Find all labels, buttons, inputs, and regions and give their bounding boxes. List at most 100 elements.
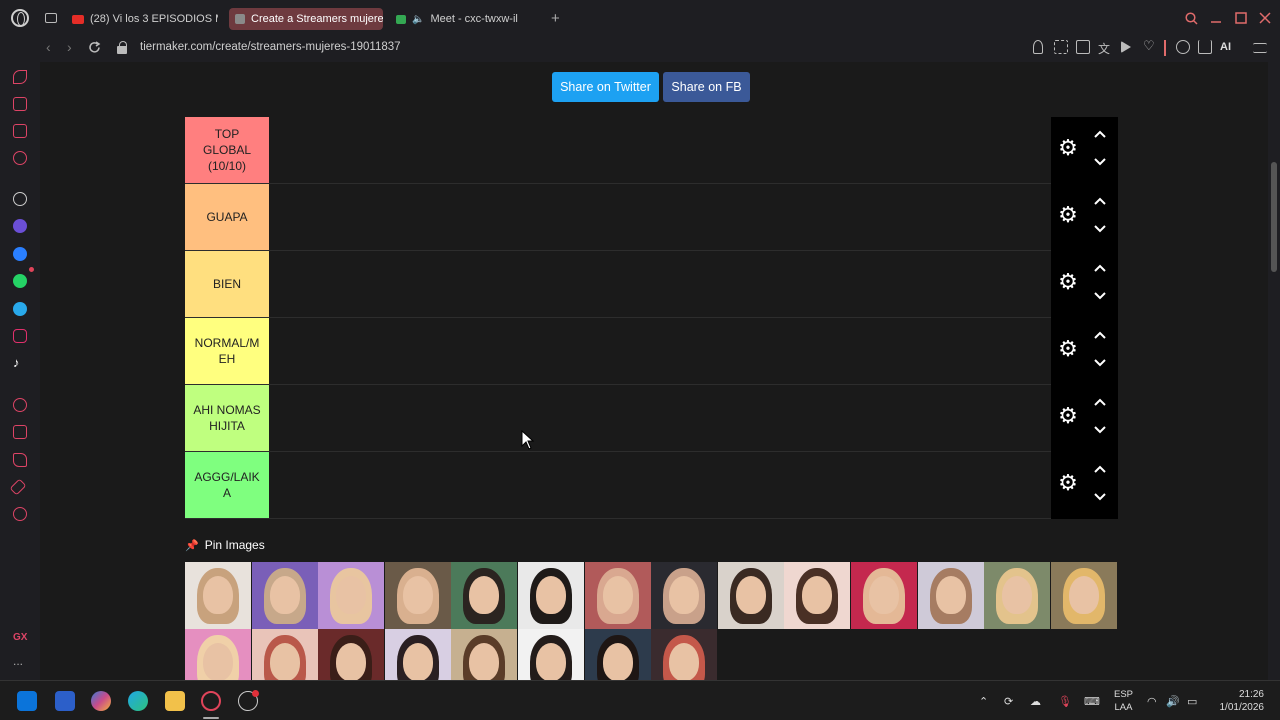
streamer-image[interactable] bbox=[251, 562, 318, 629]
gear-icon[interactable]: ⚙ bbox=[1058, 204, 1078, 226]
gx-corner-icon[interactable] bbox=[13, 70, 27, 84]
history-icon[interactable] bbox=[13, 425, 27, 439]
chatgpt-icon[interactable] bbox=[13, 192, 27, 206]
player-sidebar-icon[interactable] bbox=[13, 398, 27, 412]
tier-drop-zone[interactable] bbox=[269, 318, 1051, 384]
tier-drop-zone[interactable] bbox=[269, 385, 1051, 451]
chevron-up-icon[interactable] bbox=[1093, 195, 1107, 209]
chevron-down-icon[interactable] bbox=[1093, 288, 1107, 302]
gear-icon[interactable]: ⚙ bbox=[1058, 405, 1078, 427]
chevron-up-icon[interactable] bbox=[1093, 329, 1107, 343]
share-twitter-button[interactable]: Share on Twitter bbox=[552, 72, 659, 102]
show-hidden-icons[interactable]: ⌃ bbox=[979, 695, 988, 708]
tier-drop-zone[interactable] bbox=[269, 251, 1051, 317]
gx-control-icon[interactable] bbox=[13, 97, 27, 111]
streamer-image[interactable] bbox=[784, 562, 851, 629]
gx-label[interactable]: GX bbox=[13, 632, 27, 643]
battery-icon[interactable]: ▭ bbox=[1187, 695, 1197, 708]
streamer-image[interactable] bbox=[1050, 562, 1117, 629]
opera-menu-icon[interactable] bbox=[11, 9, 29, 27]
chevron-down-icon[interactable] bbox=[1093, 489, 1107, 503]
tab-youtube[interactable]: (28) Vi los 3 EPISODIOS M bbox=[72, 8, 218, 30]
system-clock[interactable]: 21:26 1/01/2026 bbox=[1220, 688, 1265, 714]
chevron-up-icon[interactable] bbox=[1093, 396, 1107, 410]
gx-cleaner-icon[interactable] bbox=[13, 151, 27, 165]
tier-label[interactable]: GUAPA bbox=[185, 184, 269, 250]
account-icon[interactable] bbox=[1176, 40, 1190, 54]
volume-icon[interactable]: 🔊 bbox=[1166, 695, 1180, 708]
streamer-image[interactable] bbox=[451, 629, 518, 680]
chevron-up-icon[interactable] bbox=[1093, 463, 1107, 477]
tier-label[interactable]: NORMAL/M EH bbox=[185, 318, 269, 384]
chevron-up-icon[interactable] bbox=[1093, 128, 1107, 142]
instagram-icon[interactable] bbox=[13, 329, 27, 343]
chevron-down-icon[interactable] bbox=[1093, 422, 1107, 436]
tier-label[interactable]: AHI NOMAS HIJITA bbox=[185, 385, 269, 451]
streamer-image[interactable] bbox=[518, 629, 584, 680]
edge-icon[interactable] bbox=[128, 691, 148, 711]
mathpix-icon[interactable] bbox=[55, 691, 75, 711]
reload-icon[interactable] bbox=[88, 41, 101, 54]
player-icon[interactable] bbox=[1121, 41, 1131, 53]
streamer-image[interactable] bbox=[917, 562, 984, 629]
adblock-icon[interactable] bbox=[1076, 40, 1090, 54]
file-explorer-icon[interactable] bbox=[165, 691, 185, 711]
forward-icon[interactable]: › bbox=[67, 39, 72, 55]
gear-icon[interactable]: ⚙ bbox=[1058, 271, 1078, 293]
gear-icon[interactable]: ⚙ bbox=[1058, 338, 1078, 360]
scrollbar-thumb[interactable] bbox=[1271, 162, 1277, 272]
streamer-image[interactable] bbox=[384, 629, 451, 680]
streamer-image[interactable] bbox=[185, 562, 251, 629]
whatsapp-icon[interactable] bbox=[13, 274, 27, 288]
tier-label[interactable]: AGGG/LAIK A bbox=[185, 452, 269, 518]
streamer-image[interactable] bbox=[185, 629, 251, 680]
tier-label[interactable]: BIEN bbox=[185, 251, 269, 317]
messenger-icon[interactable] bbox=[13, 247, 27, 261]
streamer-image[interactable] bbox=[518, 562, 584, 629]
streamer-image[interactable] bbox=[584, 562, 651, 629]
opera-gx-taskbar-icon[interactable] bbox=[201, 691, 221, 711]
streamer-image[interactable] bbox=[384, 562, 451, 629]
keyboard-icon[interactable]: ⌨ bbox=[1084, 695, 1100, 708]
input-language[interactable]: ESP LAA bbox=[1114, 688, 1133, 714]
back-icon[interactable]: ‹ bbox=[46, 39, 51, 55]
share-fb-button[interactable]: Share on FB bbox=[663, 72, 750, 102]
streamer-image[interactable] bbox=[451, 562, 518, 629]
chevron-down-icon[interactable] bbox=[1093, 355, 1107, 369]
gear-icon[interactable]: ⚙ bbox=[1058, 472, 1078, 494]
tier-drop-zone[interactable] bbox=[269, 117, 1051, 183]
twitch-icon[interactable] bbox=[13, 124, 27, 138]
gear-icon[interactable]: ⚙ bbox=[1058, 137, 1078, 159]
copilot-icon[interactable] bbox=[91, 691, 111, 711]
streamer-image[interactable] bbox=[984, 562, 1051, 629]
streamer-image[interactable] bbox=[717, 562, 784, 629]
menu-icon[interactable] bbox=[1253, 43, 1267, 53]
bookmarks-icon[interactable] bbox=[9, 478, 27, 496]
pin-images-toggle[interactable]: 📌 Pin Images bbox=[185, 537, 265, 553]
tab-meet[interactable]: 🔈 Meet - cxc-twxw-il bbox=[396, 8, 542, 30]
translate-icon[interactable]: 文 bbox=[1098, 40, 1112, 56]
url-field[interactable]: tiermaker.com/create/streamers-mujeres-1… bbox=[140, 41, 401, 53]
microphone-icon[interactable]: 🎙 bbox=[1058, 695, 1072, 708]
tier-drop-zone[interactable] bbox=[269, 184, 1051, 250]
aria-ai-button[interactable]: AI bbox=[1220, 41, 1231, 53]
settings-sidebar-icon[interactable] bbox=[13, 507, 27, 521]
sync-icon[interactable]: ⟳ bbox=[1004, 695, 1013, 708]
streamer-image[interactable] bbox=[651, 629, 718, 680]
telegram-icon[interactable] bbox=[13, 302, 27, 316]
tier-label[interactable]: TOP GLOBAL (10/10) bbox=[185, 117, 269, 183]
streamer-image[interactable] bbox=[251, 629, 318, 680]
sidebar-more-icon[interactable]: ... bbox=[13, 654, 23, 668]
minimize-icon[interactable] bbox=[1210, 12, 1222, 24]
snapshot-icon[interactable] bbox=[1054, 40, 1068, 54]
streamer-image[interactable] bbox=[851, 562, 917, 629]
pin-icon[interactable] bbox=[1033, 40, 1043, 54]
extensions-icon[interactable] bbox=[13, 453, 27, 467]
page-scrollbar[interactable] bbox=[1268, 62, 1280, 680]
tab-tiermaker[interactable]: Create a Streamers mujere bbox=[229, 8, 383, 30]
heart-icon[interactable]: ♡ bbox=[1143, 38, 1157, 53]
search-tabs-icon[interactable] bbox=[1185, 12, 1198, 25]
wifi-icon[interactable]: ◠ bbox=[1147, 695, 1157, 708]
chevron-down-icon[interactable] bbox=[1093, 221, 1107, 235]
chevron-up-icon[interactable] bbox=[1093, 262, 1107, 276]
